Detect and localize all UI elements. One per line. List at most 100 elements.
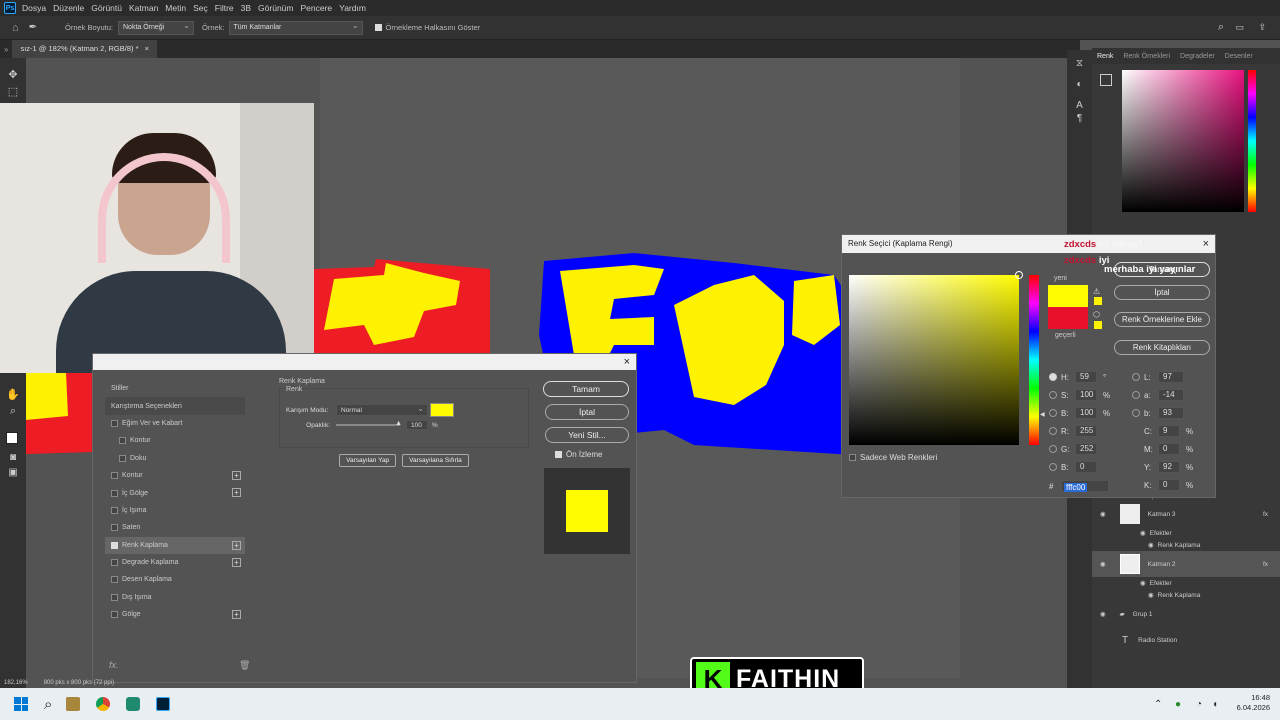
delete-icon[interactable]: 🗑: [239, 660, 250, 671]
menu-pencere[interactable]: Pencere: [300, 3, 332, 13]
style-item-contour[interactable]: Kontur: [105, 432, 245, 449]
foreground-color-icon[interactable]: [6, 432, 18, 444]
effect-row[interactable]: ◉ Renk Kaplama: [1092, 539, 1280, 551]
menu-dosya[interactable]: Dosya: [22, 3, 46, 13]
menu-3b[interactable]: 3B: [241, 3, 251, 13]
preview-checkbox[interactable]: [555, 451, 562, 458]
add-icon[interactable]: +: [232, 557, 241, 567]
style-checkbox[interactable]: [111, 489, 118, 497]
tray-chevron-icon[interactable]: ⌃: [1154, 699, 1162, 710]
style-item-pattern-overlay[interactable]: Desen Kaplama: [105, 571, 245, 588]
blue-field[interactable]: 0: [1075, 461, 1097, 473]
r-field[interactable]: 255: [1075, 425, 1097, 437]
add-icon[interactable]: +: [232, 540, 241, 550]
picker-color-field[interactable]: [849, 271, 1023, 445]
layer-row[interactable]: ◉ Katman 3 fx: [1092, 501, 1280, 527]
menu-metin[interactable]: Metin: [165, 3, 186, 13]
color-libraries-button[interactable]: Renk Kitaplıkları: [1114, 340, 1210, 355]
hand-tool-icon[interactable]: ✋: [0, 388, 26, 401]
menu-yardim[interactable]: Yardım: [339, 3, 366, 13]
l-radio[interactable]: [1132, 373, 1140, 381]
s-radio[interactable]: [1049, 391, 1057, 399]
quick-mask-icon[interactable]: ◙: [0, 452, 26, 463]
workspace-icon[interactable]: ▭: [1235, 22, 1244, 33]
tab-desenler[interactable]: Desenler: [1220, 53, 1258, 60]
character-icon[interactable]: A: [1067, 100, 1092, 111]
share-icon[interactable]: ⇪: [1258, 22, 1266, 33]
make-default-button[interactable]: Varsayılan Yap: [339, 454, 397, 467]
eyedropper-icon[interactable]: ✒: [29, 22, 37, 33]
adjustments-icon[interactable]: ◐: [1067, 79, 1092, 90]
text-layer-row[interactable]: T Radio Station: [1092, 627, 1280, 653]
eye-icon[interactable]: ◉: [1100, 510, 1106, 518]
style-checkbox[interactable]: [111, 611, 118, 619]
home-icon[interactable]: ⌂: [12, 22, 19, 34]
g-field[interactable]: 252: [1075, 443, 1097, 455]
zoom-tool-icon[interactable]: ⌕: [0, 405, 26, 418]
overlay-color-swatch[interactable]: [430, 403, 454, 417]
style-item-inner-glow[interactable]: İç Işıma: [105, 502, 245, 519]
style-item-satin[interactable]: Saten: [105, 519, 245, 536]
style-checkbox[interactable]: [111, 524, 118, 532]
h-radio[interactable]: [1049, 373, 1057, 381]
league-app-icon[interactable]: [66, 697, 81, 711]
hue-slider[interactable]: [1248, 70, 1256, 212]
menu-gorunum[interactable]: Görünüm: [258, 3, 293, 13]
web-cube-icon[interactable]: ⬡: [1093, 310, 1100, 319]
b-radio[interactable]: [1049, 409, 1057, 417]
eye-icon[interactable]: ◉: [1148, 591, 1154, 599]
blend-mode-select[interactable]: Normal: [336, 403, 428, 416]
style-checkbox[interactable]: [119, 454, 126, 462]
blue-radio[interactable]: [1049, 463, 1057, 471]
style-item-blending[interactable]: Karıştırma Seçenekleri: [105, 397, 245, 415]
tab-degradeler[interactable]: Degradeler: [1175, 53, 1220, 60]
menu-katman[interactable]: Katman: [129, 3, 158, 13]
style-checkbox[interactable]: [111, 559, 118, 567]
style-checkbox[interactable]: [111, 593, 118, 601]
style-item-stroke[interactable]: Kontur +: [105, 467, 245, 484]
l-field[interactable]: 97: [1158, 371, 1184, 383]
eye-icon[interactable]: ◉: [1140, 579, 1146, 587]
eye-icon[interactable]: ◉: [1140, 529, 1146, 537]
effect-row[interactable]: ◉ Renk Kaplama: [1092, 589, 1280, 601]
lab-b-field[interactable]: 93: [1158, 407, 1184, 419]
style-item-drop-shadow[interactable]: Gölge +: [105, 606, 245, 623]
m-field[interactable]: 0: [1158, 443, 1180, 455]
search-icon[interactable]: ⌕: [1218, 21, 1224, 34]
photoshop-taskbar-icon[interactable]: [156, 697, 171, 711]
effects-row[interactable]: ◉ Efektler: [1092, 527, 1280, 539]
clock[interactable]: 16:48 6.04.2026: [1232, 693, 1270, 713]
style-item-gradient-overlay[interactable]: Degrade Kaplama +: [105, 554, 245, 571]
menu-filtre[interactable]: Filtre: [215, 3, 234, 13]
r-radio[interactable]: [1049, 427, 1057, 435]
hex-field[interactable]: fffc00: [1061, 480, 1109, 492]
sample-select[interactable]: Tüm Katmanlar: [228, 20, 363, 35]
lab-b-radio[interactable]: [1132, 409, 1140, 417]
close-icon[interactable]: ×: [145, 44, 149, 53]
color-field[interactable]: [1122, 70, 1244, 212]
document-tab[interactable]: sız-1 @ 182% (Katman 2, RGB/8) * ×: [12, 40, 158, 58]
menu-duzenle[interactable]: Düzenle: [53, 3, 84, 13]
chrome-icon[interactable]: [96, 697, 111, 711]
reset-default-button[interactable]: Varsayılana Sıfırla: [402, 454, 469, 467]
slider-thumb-icon[interactable]: ▲: [395, 420, 402, 427]
tab-renk-ornekleri[interactable]: Renk Örnekleri: [1118, 53, 1175, 60]
style-item-stiller[interactable]: Stiller: [105, 380, 245, 397]
a-field[interactable]: -14: [1158, 389, 1184, 401]
style-item-color-overlay[interactable]: Renk Kaplama +: [105, 536, 245, 554]
style-checkbox[interactable]: [119, 437, 126, 445]
app-icon[interactable]: [126, 697, 141, 711]
g-radio[interactable]: [1049, 445, 1057, 453]
layer-row-selected[interactable]: ◉ Katman 2 fx: [1092, 551, 1280, 577]
menu-goruntu[interactable]: Görüntü: [91, 3, 122, 13]
style-checkbox[interactable]: [111, 541, 118, 549]
style-item-bevel[interactable]: Eğim Ver ve Kabart: [105, 415, 245, 432]
style-item-inner-shadow[interactable]: İç Gölge +: [105, 484, 245, 501]
a-radio[interactable]: [1132, 391, 1140, 399]
y-field[interactable]: 92: [1158, 461, 1180, 473]
screen-mode-icon[interactable]: ▣: [0, 467, 26, 478]
style-checkbox[interactable]: [111, 472, 118, 480]
menu-sec[interactable]: Seç: [193, 3, 208, 13]
marquee-tool-icon[interactable]: ⬚: [0, 85, 26, 98]
picker-hue-slider[interactable]: [1029, 275, 1039, 445]
